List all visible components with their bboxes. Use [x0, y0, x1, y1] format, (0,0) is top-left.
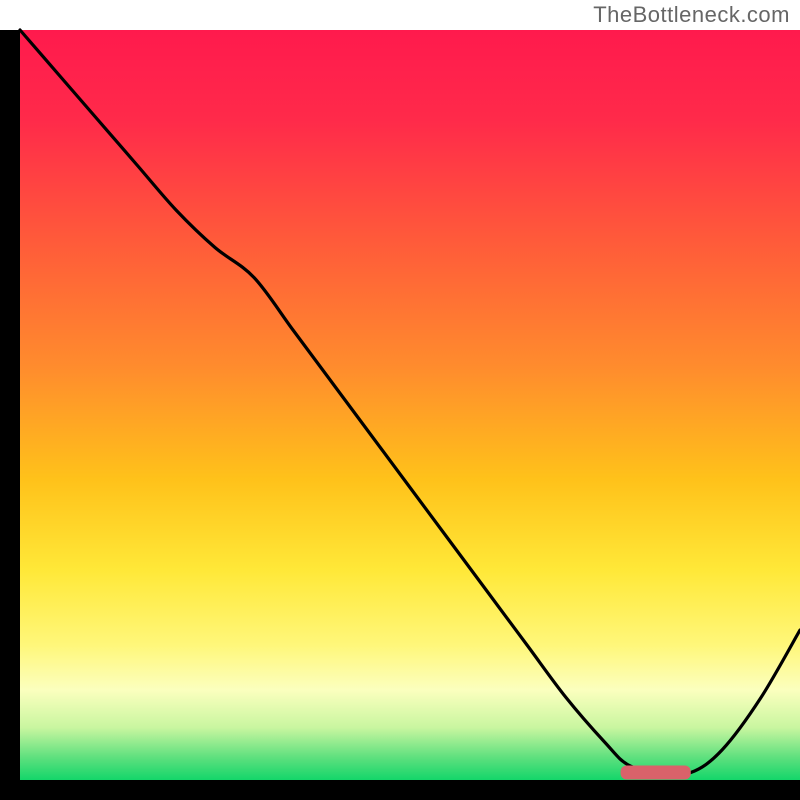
chart-svg	[0, 0, 800, 800]
axis-left	[0, 30, 20, 800]
plot-background	[20, 30, 800, 780]
optimum-marker	[621, 766, 691, 780]
chart-root: TheBottleneck.com	[0, 0, 800, 800]
axis-bottom	[0, 780, 800, 800]
